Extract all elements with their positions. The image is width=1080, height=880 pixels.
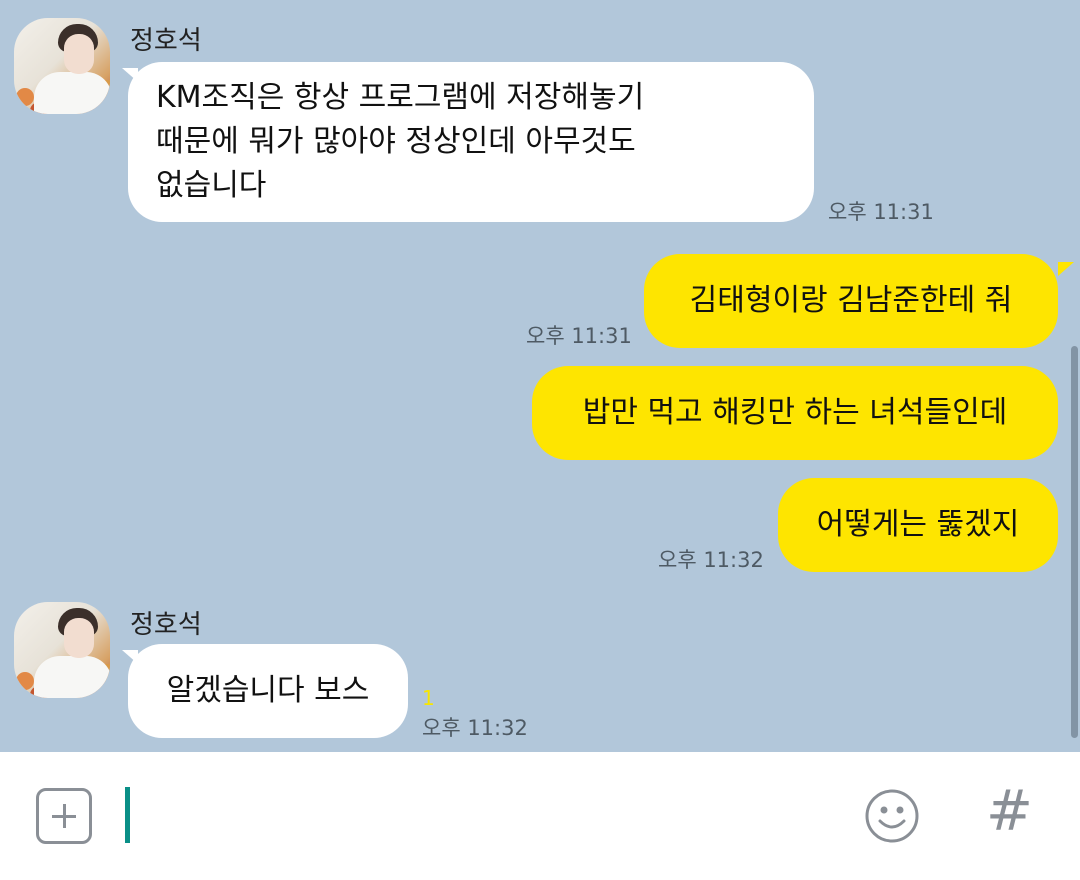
chat-area[interactable]: 정호석 KM조직은 항상 프로그램에 저장해놓기 때문에 뭐가 많아야 정상인데… — [0, 0, 1080, 752]
message-line: 때문에 뭐가 많아야 정상인데 아무것도 — [156, 124, 636, 159]
sender-avatar[interactable] — [14, 18, 110, 114]
message-bubble[interactable]: 김태형이랑 김남준한테 줘 — [644, 254, 1058, 348]
smiley-icon[interactable] — [864, 788, 920, 844]
message-bubble[interactable]: KM조직은 항상 프로그램에 저장해놓기 때문에 뭐가 많아야 정상인데 아무것… — [128, 62, 814, 222]
message-text: 밥만 먹고 해킹만 하는 녀석들인데 — [582, 395, 1008, 430]
message-input[interactable] — [132, 782, 836, 850]
message-line: 없습니다 — [156, 168, 267, 203]
message-line: KM조직은 항상 프로그램에 저장해놓기 — [156, 80, 645, 115]
sender-avatar[interactable] — [14, 602, 110, 698]
message-bubble[interactable]: 알겠습니다 보스 — [128, 644, 408, 738]
scrollbar[interactable] — [1071, 346, 1078, 738]
unread-count: 1 — [422, 686, 435, 710]
sender-name: 정호석 — [130, 610, 202, 640]
sender-name: 정호석 — [130, 26, 202, 56]
message-input-bar: # — [0, 752, 1080, 880]
message-bubble[interactable]: 어떻게는 뚫겠지 — [778, 478, 1058, 572]
message-text: 알겠습니다 보스 — [166, 673, 370, 708]
plus-square-icon[interactable] — [36, 788, 92, 844]
message-time: 오후 11:32 — [422, 716, 528, 740]
message-text: 어떻게는 뚫겠지 — [816, 507, 1020, 542]
bubble-tail — [1058, 262, 1074, 276]
hashtag-icon[interactable]: # — [986, 782, 1033, 842]
text-cursor — [125, 787, 130, 843]
message-bubble[interactable]: 밥만 먹고 해킹만 하는 녀석들인데 — [532, 366, 1058, 460]
message-time: 오후 11:31 — [526, 324, 632, 348]
message-time: 오후 11:31 — [828, 200, 934, 224]
message-text: 김태형이랑 김남준한테 줘 — [689, 283, 1013, 318]
message-time: 오후 11:32 — [658, 548, 764, 572]
